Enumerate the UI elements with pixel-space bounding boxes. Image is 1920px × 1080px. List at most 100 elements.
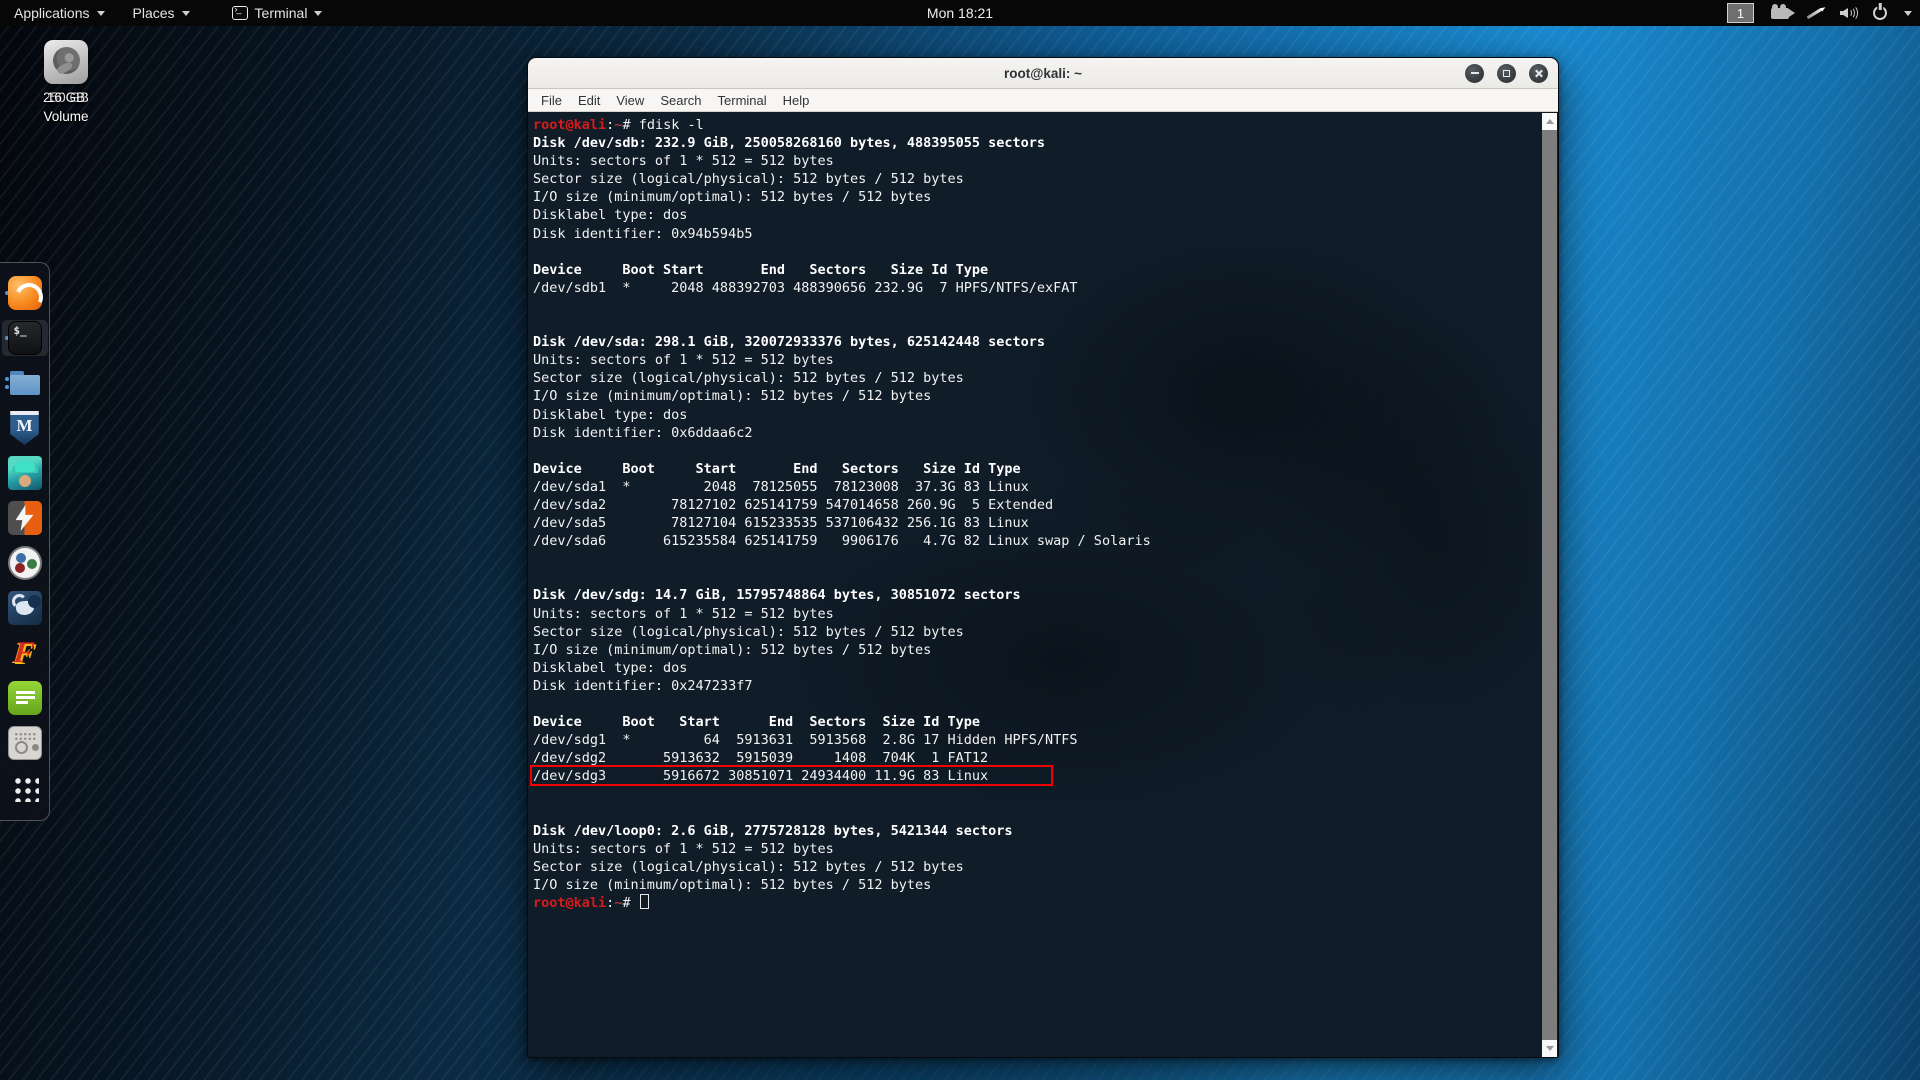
dock-item-faraday[interactable]	[2, 635, 48, 671]
tray-chevron-down-icon[interactable]	[1904, 11, 1912, 16]
dock-item-terminal[interactable]	[2, 320, 48, 356]
terminal-line: Disk identifier: 0x94b594b5	[533, 225, 1540, 243]
faraday-icon	[8, 636, 42, 670]
applications-menu-label: Applications	[14, 5, 90, 21]
terminal-line: Sector size (logical/physical): 512 byte…	[533, 623, 1540, 641]
window-menu[interactable]: Terminal	[218, 0, 337, 26]
dock-item-green-notes-app[interactable]	[2, 680, 48, 716]
scroll-down-button[interactable]	[1542, 1040, 1557, 1057]
minimize-button[interactable]	[1465, 64, 1484, 83]
terminal-line: Disklabel type: dos	[533, 206, 1540, 224]
terminal-line	[533, 297, 1540, 315]
terminal-line: /dev/sda5 78127104 615233535 537106432 2…	[533, 514, 1540, 532]
terminal-line: root@kali:~#	[533, 894, 1540, 912]
terminal-line	[533, 785, 1540, 803]
volume-waves-icon	[1846, 6, 1856, 20]
scrollbar[interactable]	[1542, 113, 1557, 1057]
terminal-line	[533, 243, 1540, 261]
top-bar-left: Applications Places Terminal	[0, 0, 336, 26]
terminal-line	[533, 442, 1540, 460]
clock[interactable]: Mon 18:21	[927, 5, 993, 21]
terminal-line: Device Boot Start End Sectors Size Id Ty…	[533, 713, 1540, 731]
places-menu[interactable]: Places	[119, 0, 204, 26]
camera-icon[interactable]	[1771, 8, 1789, 19]
green-notes-app-icon	[8, 681, 42, 715]
device-app-icon	[8, 726, 42, 760]
terminal-cursor	[640, 894, 649, 909]
dock-item-avatar-app[interactable]	[2, 455, 48, 491]
menu-edit[interactable]: Edit	[571, 91, 607, 110]
terminal-line	[533, 568, 1540, 586]
dock-item-device-app[interactable]	[2, 725, 48, 761]
terminal-icon	[232, 6, 248, 20]
volume-label-overlap: 250 GB 16 GB	[26, 90, 106, 107]
volume-label-b: 16 GB	[26, 90, 106, 105]
metasploit-icon	[8, 411, 42, 445]
terminal-line	[533, 315, 1540, 333]
dock-item-lightning-app[interactable]	[2, 500, 48, 536]
dock-item-show-applications[interactable]	[2, 770, 48, 806]
terminal-line: Disk /dev/sdb: 232.9 GiB, 250058268160 b…	[533, 134, 1540, 152]
menu-file[interactable]: File	[534, 91, 569, 110]
terminal-line: Disklabel type: dos	[533, 406, 1540, 424]
scrollbar-thumb[interactable]	[1542, 130, 1557, 1040]
desktop-volume-icon[interactable]: 250 GB 16 GB Volume	[26, 40, 106, 124]
stylus-icon[interactable]	[1806, 7, 1822, 19]
terminal-line: Device Boot Start End Sectors Size Id Ty…	[533, 261, 1540, 279]
terminal-line: I/O size (minimum/optimal): 512 bytes / …	[533, 876, 1540, 894]
maximize-icon	[1503, 70, 1510, 77]
files-icon	[8, 366, 42, 400]
terminal-line: /dev/sdg2 5913632 5915039 1408 704K 1 FA…	[533, 749, 1540, 767]
terminal-line: Disk /dev/loop0: 2.6 GiB, 2775728128 byt…	[533, 822, 1540, 840]
triangle-up-icon	[1546, 119, 1554, 124]
terminal-line: I/O size (minimum/optimal): 512 bytes / …	[533, 641, 1540, 659]
chevron-down-icon	[182, 11, 190, 16]
avatar-app-icon	[8, 456, 42, 490]
close-button[interactable]	[1529, 64, 1548, 83]
desktop: Applications Places Terminal Mon 18:21 1	[0, 0, 1920, 1080]
terminal-line: Disk /dev/sda: 298.1 GiB, 320072933376 b…	[533, 333, 1540, 351]
firefox-icon	[8, 276, 42, 310]
terminal-output: root@kali:~# fdisk -lDisk /dev/sdb: 232.…	[533, 116, 1540, 912]
menu-search[interactable]: Search	[653, 91, 708, 110]
terminal-line: I/O size (minimum/optimal): 512 bytes / …	[533, 188, 1540, 206]
volume-label-line2: Volume	[26, 109, 106, 124]
terminal-line: /dev/sdg1 * 64 5913631 5913568 2.8G 17 H…	[533, 731, 1540, 749]
dock-item-colored-dots-app[interactable]	[2, 545, 48, 581]
maximize-button[interactable]	[1497, 64, 1516, 83]
terminal-line: /dev/sda1 * 2048 78125055 78123008 37.3G…	[533, 478, 1540, 496]
scroll-up-button[interactable]	[1542, 113, 1557, 130]
terminal-line: /dev/sdg3 5916672 30851071 24934400 11.9…	[533, 767, 1540, 785]
menu-help[interactable]: Help	[776, 91, 817, 110]
window-titlebar[interactable]: root@kali: ~	[528, 58, 1558, 89]
terminal-line: Sector size (logical/physical): 512 byte…	[533, 369, 1540, 387]
terminal-line	[533, 695, 1540, 713]
dock-item-metasploit[interactable]	[2, 410, 48, 446]
window-menu-label: Terminal	[255, 5, 308, 21]
terminal-line: /dev/sda6 615235584 625141759 9906176 4.…	[533, 532, 1540, 550]
terminal-content[interactable]: root@kali:~# fdisk -lDisk /dev/sdb: 232.…	[528, 113, 1558, 1057]
chevron-down-icon	[314, 11, 322, 16]
menu-view[interactable]: View	[609, 91, 651, 110]
terminal-window: root@kali: ~ File Edit View Search Termi…	[527, 57, 1559, 1058]
dock-item-files[interactable]	[2, 365, 48, 401]
volume-indicator[interactable]	[1840, 6, 1856, 20]
power-icon[interactable]	[1873, 6, 1887, 20]
terminal-line: Disk identifier: 0x247233f7	[533, 677, 1540, 695]
menu-terminal[interactable]: Terminal	[711, 91, 774, 110]
dock-item-firefox[interactable]	[2, 275, 48, 311]
minimize-icon	[1471, 72, 1479, 74]
terminal-line: Units: sectors of 1 * 512 = 512 bytes	[533, 351, 1540, 369]
terminal-line: Disk /dev/sdg: 14.7 GiB, 15795748864 byt…	[533, 586, 1540, 604]
chevron-down-icon	[97, 11, 105, 16]
terminal-line: I/O size (minimum/optimal): 512 bytes / …	[533, 387, 1540, 405]
terminal-line: /dev/sdb1 * 2048 488392703 488390656 232…	[533, 279, 1540, 297]
dock-item-bull-app[interactable]	[2, 590, 48, 626]
menu-bar: File Edit View Search Terminal Help	[528, 89, 1558, 112]
places-menu-label: Places	[133, 5, 175, 21]
terminal-icon	[8, 321, 42, 355]
terminal-line: Sector size (logical/physical): 512 byte…	[533, 858, 1540, 876]
workspace-indicator[interactable]: 1	[1727, 3, 1754, 23]
hard-disk-icon	[44, 40, 88, 84]
applications-menu[interactable]: Applications	[0, 0, 119, 26]
